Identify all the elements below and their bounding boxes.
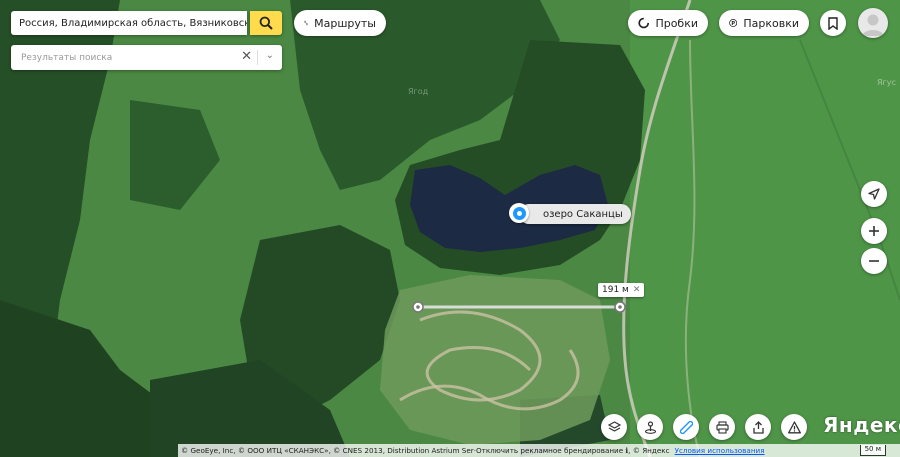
ruler-button[interactable] — [673, 414, 699, 440]
share-button[interactable] — [745, 414, 771, 440]
svg-text:P: P — [731, 21, 735, 27]
panorama-icon — [644, 420, 656, 434]
ruler-end-dot — [618, 305, 622, 309]
search-button[interactable] — [250, 11, 282, 35]
map-faint-label: Ягус — [877, 78, 896, 87]
map-pin-icon — [512, 206, 526, 220]
panorama-button[interactable] — [637, 414, 663, 440]
report-button[interactable] — [781, 414, 807, 440]
close-icon[interactable]: ✕ — [633, 285, 641, 295]
parking-icon: P — [729, 19, 738, 27]
place-marker[interactable] — [509, 203, 529, 223]
chevron-down-icon[interactable]: ⌄ — [266, 50, 274, 61]
warning-icon — [787, 420, 801, 433]
copyright-bar: © GeoEye, Inc, © ООО ИТЦ «СКАНЭКС», © CN… — [178, 444, 900, 457]
ruler-start-dot — [416, 305, 420, 309]
terms-link[interactable]: Условия использования — [675, 446, 765, 455]
user-avatar[interactable] — [858, 8, 888, 38]
search-results-field[interactable]: Результаты поиска ✕ ⌄ — [11, 45, 282, 70]
field-right — [630, 0, 900, 457]
close-icon[interactable]: ✕ — [241, 49, 252, 64]
scale-bar: 50 м — [859, 445, 886, 456]
zoom-in-button[interactable] — [861, 218, 887, 244]
bookmarks-button[interactable] — [820, 10, 846, 36]
ruler-distance: 191 м — [602, 285, 629, 295]
layers-icon — [607, 420, 621, 432]
parking-label: Парковки — [743, 16, 799, 30]
traffic-button[interactable]: Пробки — [628, 10, 708, 36]
plus-icon — [869, 226, 879, 236]
results-placeholder: Результаты поиска — [21, 52, 113, 63]
routes-icon — [304, 20, 308, 26]
layers-button[interactable] — [601, 414, 627, 440]
divider — [257, 50, 258, 65]
place-label[interactable]: озеро Саканцы — [519, 204, 631, 224]
ruler-distance-label: 191 м ✕ — [598, 283, 645, 297]
navigation-arrow-icon — [868, 188, 880, 200]
minus-icon — [869, 260, 879, 262]
bookmark-icon — [828, 16, 838, 30]
print-icon — [715, 420, 729, 434]
copyright-text: © GeoEye, Inc, © ООО ИТЦ «СКАНЭКС», © CN… — [181, 446, 670, 455]
search-input[interactable]: Россия, Владимирская область, Вязниковск… — [11, 11, 247, 35]
parking-button[interactable]: P Парковки — [719, 10, 809, 36]
print-button[interactable] — [709, 414, 735, 440]
traffic-icon — [638, 17, 650, 29]
zoom-out-button[interactable] — [861, 248, 887, 274]
bottom-toolbar — [601, 414, 807, 440]
routes-button[interactable]: Маршруты — [294, 10, 386, 36]
search-icon — [259, 16, 273, 30]
avatar-icon — [862, 14, 884, 36]
ruler-icon — [679, 420, 693, 434]
my-location-button[interactable] — [861, 181, 887, 207]
traffic-label: Пробки — [655, 16, 698, 30]
map-faint-label-2: Ягод — [408, 87, 429, 96]
yandex-logo: Яндекс — [823, 413, 900, 437]
share-icon — [752, 420, 764, 434]
routes-label: Маршруты — [314, 16, 376, 30]
